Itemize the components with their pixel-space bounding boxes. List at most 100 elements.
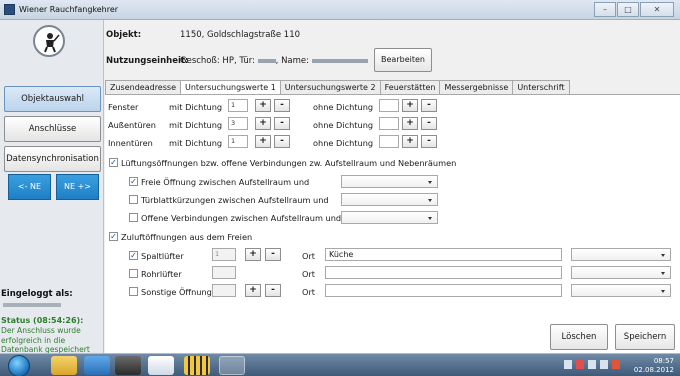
objekt-label: Objekt: xyxy=(106,30,142,40)
sonstige-oeffnung-minus-button[interactable]: - xyxy=(265,284,281,297)
spaltluefter-count-input[interactable]: 1 xyxy=(212,248,236,261)
freie-oeffnung-checkbox[interactable]: ✓ xyxy=(129,177,138,186)
spaltluefter-dropdown[interactable] xyxy=(571,248,671,261)
close-button[interactable]: ✕ xyxy=(640,2,674,17)
aussentueren-ohne-input[interactable] xyxy=(379,117,399,130)
sonstige-oeffnung-ort-input[interactable] xyxy=(325,284,562,297)
zuluftoeffnungen-label: Zuluftöffnungen aus dem Freien xyxy=(121,232,253,242)
title-bar: Wiener Rauchfangkehrer – □ ✕ xyxy=(0,0,680,20)
innentueren-ohne-plus-button[interactable]: + xyxy=(402,135,418,148)
logged-in-label: Eingeloggt als: xyxy=(1,289,73,299)
chevron-down-icon xyxy=(661,290,665,293)
fenster-mit-plus-button[interactable]: + xyxy=(255,99,271,112)
lueftungsoeffnungen-label: Lüftungsöffnungen bzw. offene Verbindung… xyxy=(121,158,457,168)
tab-untersuchungswerte-2[interactable]: Untersuchungswerte 2 xyxy=(279,80,381,94)
rohrluefter-dropdown[interactable] xyxy=(571,266,671,279)
sonstige-oeffnung-ort-label: Ort xyxy=(302,287,316,297)
aussentueren-mit-minus-button[interactable]: - xyxy=(274,117,290,130)
objekt-value: 1150, Goldschlagstraße 110 xyxy=(180,30,301,40)
zuluftoeffnungen-checkbox[interactable]: ✓ xyxy=(109,232,118,241)
outlook-icon[interactable] xyxy=(84,356,110,375)
offene-verbindungen-checkbox[interactable] xyxy=(129,213,138,222)
innentueren-mit-plus-button[interactable]: + xyxy=(255,135,271,148)
battery-icon[interactable] xyxy=(588,360,596,369)
calculator-icon[interactable] xyxy=(184,356,210,375)
spaltluefter-ort-label: Ort xyxy=(302,251,316,261)
sidebar-objektauswahl-button[interactable]: Objektauswahl xyxy=(4,86,101,112)
clock-time: 08:57 xyxy=(653,357,674,365)
minimize-button[interactable]: – xyxy=(594,2,616,17)
spaltluefter-checkbox[interactable]: ✓ xyxy=(129,251,138,260)
status-message: Der Anschluss wurde erfolgreich in die D… xyxy=(1,326,90,354)
explorer-icon[interactable] xyxy=(51,356,77,375)
chevron-down-icon xyxy=(428,181,432,184)
prev-ne-button[interactable]: <- NE xyxy=(8,174,51,200)
innentueren-mit-input[interactable]: 1 xyxy=(228,135,248,148)
fenster-ohne-minus-button[interactable]: - xyxy=(421,99,437,112)
sonstige-oeffnung-count-input[interactable] xyxy=(212,284,236,297)
freie-oeffnung-dropdown[interactable] xyxy=(341,175,438,188)
delete-button[interactable]: Löschen xyxy=(550,324,608,350)
innentueren-ohne-input[interactable] xyxy=(379,135,399,148)
spaltluefter-minus-button[interactable]: - xyxy=(265,248,281,261)
aussentueren-mit-plus-button[interactable]: + xyxy=(255,117,271,130)
tuerblattkuerzungen-dropdown[interactable] xyxy=(341,193,438,206)
tab-unterschrift[interactable]: Unterschrift xyxy=(512,80,570,94)
chimney-sweep-icon[interactable] xyxy=(219,356,245,375)
tab-panel: Fenster mit Dichtung 1 + - ohne Dichtung… xyxy=(105,94,680,353)
system-tray xyxy=(564,360,620,369)
fenster-mit-input[interactable]: 1 xyxy=(228,99,248,112)
sonstige-oeffnung-dropdown[interactable] xyxy=(571,284,671,297)
lueftungsoeffnungen-checkbox[interactable]: ✓ xyxy=(109,158,118,167)
name-text: , Name: xyxy=(275,56,310,66)
tab-untersuchungswerte-1[interactable]: Untersuchungswerte 1 xyxy=(179,80,281,95)
fenster-ohne-plus-button[interactable]: + xyxy=(402,99,418,112)
app-icon[interactable] xyxy=(148,356,174,375)
chevron-down-icon xyxy=(661,254,665,257)
edit-button[interactable]: Bearbeiten xyxy=(374,48,432,72)
next-ne-button[interactable]: NE +> xyxy=(56,174,99,200)
spaltluefter-ort-input[interactable]: Küche xyxy=(325,248,562,261)
aussentueren-label: Außentüren xyxy=(108,120,156,130)
aussentueren-ohne-plus-button[interactable]: + xyxy=(402,117,418,130)
sidebar-datensynchronisation-button[interactable]: Datensynchronisation xyxy=(4,146,101,172)
sidebar-anschluesse-button[interactable]: Anschlüsse xyxy=(4,116,101,142)
tab-zusendeadresse[interactable]: Zusendeadresse xyxy=(105,80,181,94)
clock[interactable]: 08:57 02.08.2012 xyxy=(634,357,674,375)
rohrluefter-checkbox[interactable] xyxy=(129,269,138,278)
start-orb-icon[interactable] xyxy=(8,355,30,376)
tab-feuerstaetten[interactable]: Feuerstätten xyxy=(379,80,441,94)
chimney-sweep-logo-icon xyxy=(33,25,65,57)
innentueren-label: Innentüren xyxy=(108,138,153,148)
sonstige-oeffnung-plus-button[interactable]: + xyxy=(245,284,261,297)
logged-in-user-redacted xyxy=(3,303,61,307)
antivirus-icon[interactable] xyxy=(612,360,620,369)
aussentueren-ohne-minus-button[interactable]: - xyxy=(421,117,437,130)
aussentueren-mit-input[interactable]: 3 xyxy=(228,117,248,130)
network-icon[interactable] xyxy=(600,360,608,369)
innentueren-ohne-minus-button[interactable]: - xyxy=(421,135,437,148)
name-redacted xyxy=(311,58,368,63)
sonstige-oeffnung-checkbox[interactable] xyxy=(129,287,138,296)
tab-messergebnisse[interactable]: Messergebnisse xyxy=(439,80,514,94)
fenster-ohne-input[interactable] xyxy=(379,99,399,112)
sidebar: Objektauswahl Anschlüsse Datensynchronis… xyxy=(0,20,104,354)
aussentueren-mit-label: mit Dichtung xyxy=(169,120,223,130)
fenster-mit-label: mit Dichtung xyxy=(169,102,223,112)
content-area: Objekt: 1150, Goldschlagstraße 110 Nutzu… xyxy=(105,20,680,353)
maximize-button[interactable]: □ xyxy=(617,2,639,17)
flag-icon[interactable] xyxy=(576,360,584,369)
rohrluefter-ort-input[interactable] xyxy=(325,266,562,279)
rohrluefter-count-input[interactable] xyxy=(212,266,236,279)
terminal-icon[interactable] xyxy=(115,356,141,375)
innentueren-mit-minus-button[interactable]: - xyxy=(274,135,290,148)
spaltluefter-plus-button[interactable]: + xyxy=(245,248,261,261)
tuerblattkuerzungen-checkbox[interactable] xyxy=(129,195,138,204)
chevron-up-icon[interactable] xyxy=(564,360,572,369)
offene-verbindungen-label: Offene Verbindungen zwischen Aufstellrau… xyxy=(141,213,342,223)
chevron-down-icon xyxy=(428,199,432,202)
offene-verbindungen-dropdown[interactable] xyxy=(341,211,438,224)
save-button[interactable]: Speichern xyxy=(615,324,675,350)
fenster-mit-minus-button[interactable]: - xyxy=(274,99,290,112)
tuer-redacted xyxy=(257,58,276,63)
